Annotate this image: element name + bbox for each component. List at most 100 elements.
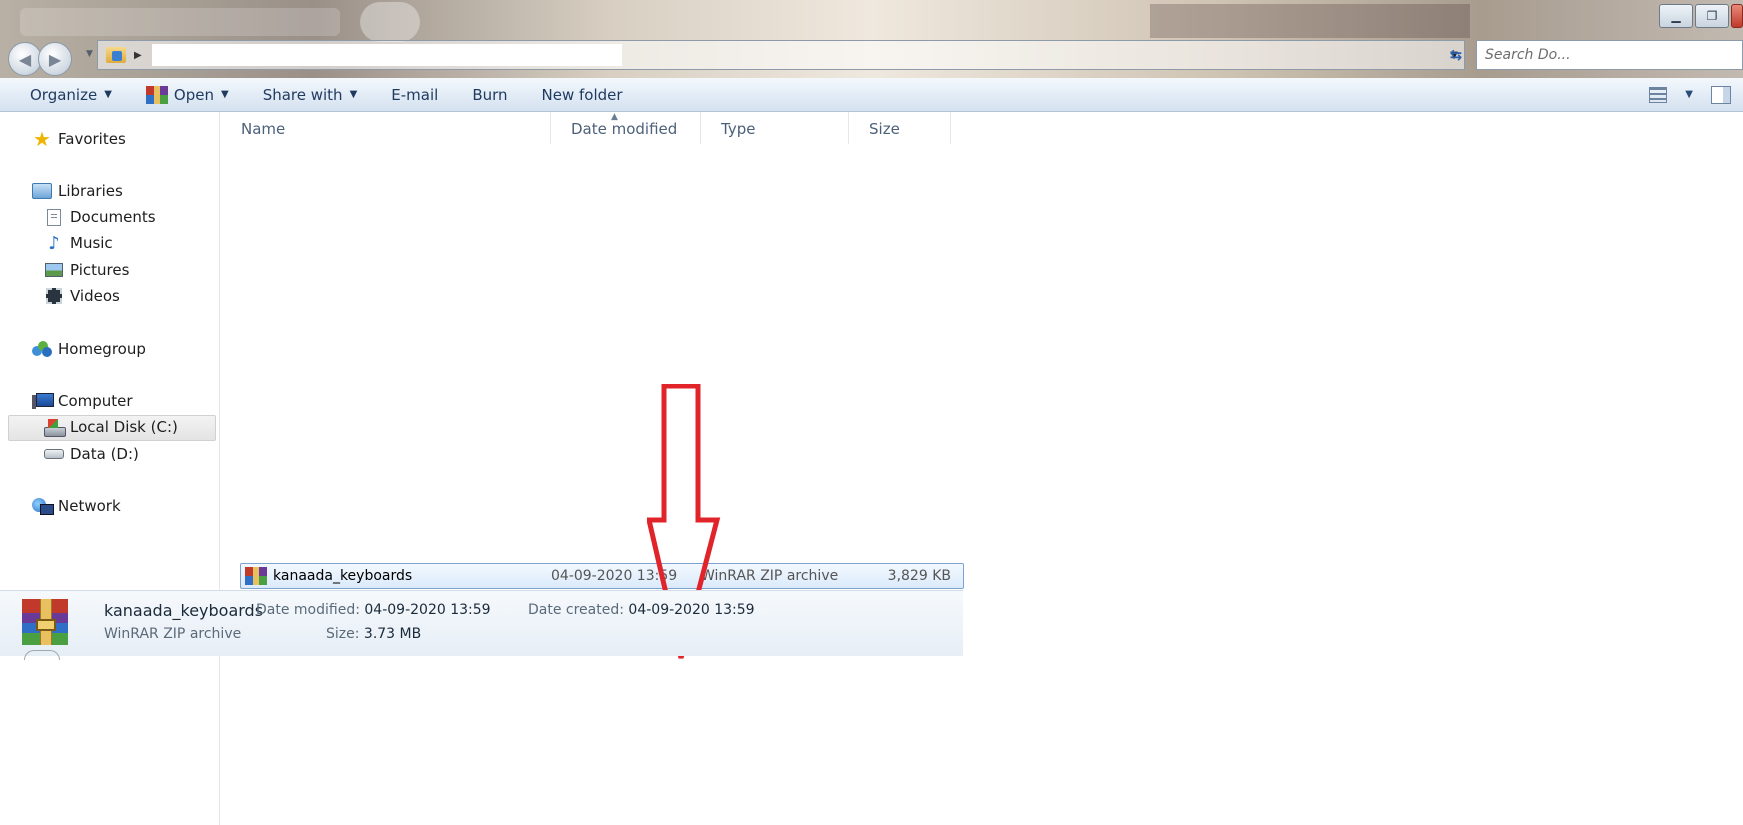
details-file-name: kanaada_keyboards — [104, 601, 264, 620]
folder-icon — [106, 47, 126, 63]
nav-item-local-disk-c[interactable]: Local Disk (C:) — [44, 418, 178, 437]
details-label: Size: — [326, 626, 360, 642]
details-label: Date created: — [528, 602, 624, 618]
address-bar[interactable]: ▶ ▼ — [97, 40, 1465, 70]
burn-label: Burn — [472, 85, 508, 104]
nav-label: Documents — [70, 208, 156, 226]
file-name: kanaada_keyboards — [273, 568, 413, 584]
chevron-down-icon: ▼ — [349, 89, 358, 100]
nav-label: Homegroup — [58, 340, 146, 358]
details-value: 04-09-2020 13:59 — [364, 602, 491, 618]
file-list-area: Name ▲ Date modified Type Size kanaada_k… — [221, 112, 1743, 825]
system-drive-icon — [44, 419, 66, 437]
window-controls: ▁ ❐ — [1659, 4, 1743, 28]
table-row[interactable]: kanaada_keyboards 04-09-2020 13:59 WinRA… — [240, 563, 964, 589]
nav-item-network[interactable]: Network — [32, 497, 121, 515]
restore-icon[interactable]: ❐ — [1695, 4, 1729, 28]
back-arrow-icon[interactable]: ◀ — [8, 42, 42, 76]
minimize-icon[interactable]: ▁ — [1659, 4, 1693, 28]
nav-label: Favorites — [58, 130, 126, 148]
details-pane: kanaada_keyboards Date modified: 04-09-2… — [0, 590, 963, 656]
breadcrumb-arrow-icon[interactable]: ▶ — [134, 50, 142, 61]
document-icon — [47, 208, 61, 226]
nav-buttons: ◀ ▶ — [8, 42, 72, 76]
refresh-icon[interactable]: ⇆ — [1441, 41, 1471, 69]
column-label: Name — [241, 120, 286, 138]
column-header-size[interactable]: Size — [849, 112, 951, 144]
details-value: 04-09-2020 13:59 — [628, 602, 755, 618]
blurred-tab — [20, 8, 340, 36]
new-folder-label: New folder — [541, 85, 623, 104]
blurred-tab-button — [360, 2, 420, 42]
open-button[interactable]: Open ▼ — [145, 85, 229, 104]
nav-item-favorites[interactable]: ★ Favorites — [32, 127, 126, 151]
email-button[interactable]: E-mail — [391, 86, 438, 104]
details-size: Size: 3.73 MB — [326, 626, 421, 642]
column-label: Type — [721, 120, 756, 138]
share-with-label: Share with — [262, 85, 343, 104]
email-label: E-mail — [391, 85, 439, 104]
nav-label: Libraries — [58, 182, 123, 200]
music-note-icon: ♪ — [48, 232, 60, 254]
nav-item-homegroup[interactable]: Homegroup — [32, 340, 146, 358]
scroll-stub-decoration — [24, 650, 60, 660]
network-icon — [32, 498, 54, 515]
nav-item-computer[interactable]: Computer — [32, 392, 133, 410]
nav-label: Local Disk (C:) — [70, 418, 178, 436]
file-size: 3,829 KB — [887, 568, 951, 584]
nav-item-pictures[interactable]: Pictures — [44, 261, 129, 279]
blurred-region — [1150, 4, 1470, 38]
file-type: WinRAR ZIP archive — [701, 568, 839, 584]
address-path-field[interactable] — [151, 44, 622, 66]
column-header-name[interactable]: Name — [221, 112, 551, 144]
winrar-icon — [145, 85, 168, 104]
nav-label: Data (D:) — [70, 445, 139, 463]
drive-icon — [44, 449, 64, 459]
column-header-date-modified[interactable]: ▲ Date modified — [551, 112, 701, 144]
column-label: Date modified — [571, 120, 678, 138]
winrar-icon — [245, 567, 267, 585]
details-file-type: WinRAR ZIP archive — [104, 626, 242, 642]
change-view-icon[interactable] — [1649, 86, 1668, 103]
column-header-type[interactable]: Type — [701, 112, 849, 144]
command-bar: Organize ▼ Open ▼ Share with ▼ E-mail Bu… — [0, 78, 1743, 112]
chevron-down-icon: ▼ — [220, 89, 229, 100]
column-headers: Name ▲ Date modified Type Size — [221, 112, 961, 144]
details-label: Date modified: — [256, 602, 360, 618]
winrar-archive-icon — [22, 599, 68, 645]
nav-item-libraries[interactable]: Libraries — [32, 182, 123, 200]
computer-icon — [32, 393, 54, 409]
forward-arrow-icon[interactable]: ▶ — [38, 42, 72, 76]
navigation-pane: ★ Favorites Libraries Documents ♪ Music … — [0, 112, 220, 825]
preview-pane-icon[interactable] — [1711, 85, 1731, 104]
nav-label: Pictures — [70, 261, 130, 279]
search-input[interactable]: Search Do... — [1476, 40, 1743, 70]
nav-label: Computer — [58, 392, 133, 410]
star-icon: ★ — [33, 127, 51, 151]
nav-item-data-d[interactable]: Data (D:) — [44, 445, 139, 463]
picture-icon — [45, 263, 63, 277]
details-date-created: Date created: 04-09-2020 13:59 — [528, 602, 755, 618]
nav-label: Network — [58, 497, 121, 515]
view-controls: ▼ — [1649, 85, 1731, 104]
nav-item-documents[interactable]: Documents — [44, 208, 156, 226]
film-icon — [46, 288, 62, 304]
details-date-modified: Date modified: 04-09-2020 13:59 — [256, 602, 491, 618]
nav-item-videos[interactable]: Videos — [44, 287, 120, 305]
organize-label: Organize — [30, 85, 98, 104]
recent-pages-dropdown-icon[interactable]: ▼ — [86, 49, 93, 59]
new-folder-button[interactable]: New folder — [542, 86, 623, 104]
sort-indicator-icon: ▲ — [611, 112, 618, 122]
open-label: Open — [173, 85, 214, 104]
organize-button[interactable]: Organize ▼ — [30, 86, 112, 104]
column-label: Size — [869, 120, 900, 138]
nav-label: Music — [70, 234, 113, 252]
chevron-down-icon: ▼ — [104, 89, 112, 100]
close-icon[interactable] — [1731, 4, 1743, 28]
view-dropdown-icon[interactable]: ▼ — [1685, 89, 1693, 100]
burn-button[interactable]: Burn — [472, 86, 507, 104]
share-with-button[interactable]: Share with ▼ — [263, 86, 358, 104]
homegroup-icon — [32, 341, 52, 357]
nav-item-music[interactable]: ♪ Music — [44, 232, 113, 254]
libraries-icon — [32, 183, 52, 199]
